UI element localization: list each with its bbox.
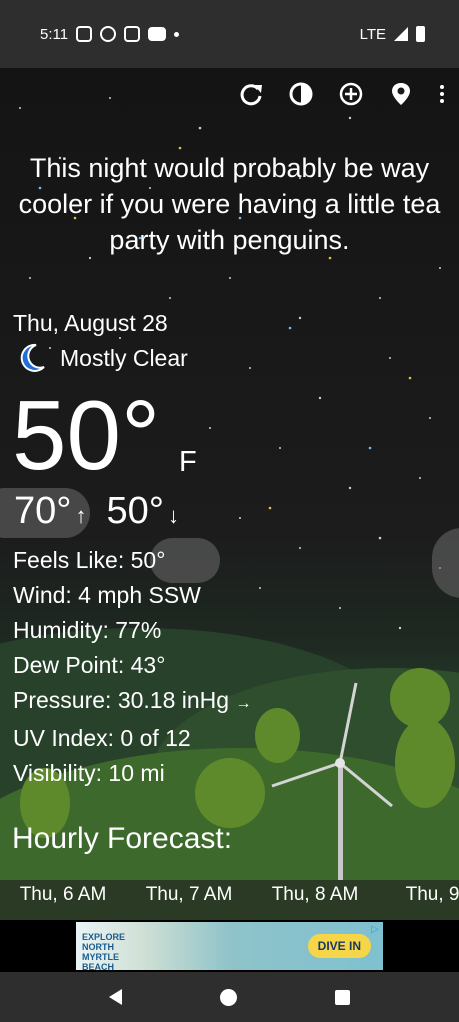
system-nav-bar [0,972,459,1022]
moon-icon [20,343,45,372]
ad-brand: EXPLORE NORTH MYRTLE BEACH [82,932,125,972]
current-date: Thu, August 28 [13,310,168,336]
home-icon[interactable] [220,988,237,1006]
hourly-item[interactable]: Thu, 7 AM [126,880,252,920]
pressure-trend-icon: → [235,695,252,712]
current-temperature: 50° [12,380,161,490]
ad-brand-line: EXPLORE [82,932,126,942]
high-low: 70° ↑ 50° ↓ [14,490,195,533]
hourly-forecast-strip[interactable]: Thu, 6 AM Thu, 7 AM Thu, 8 AM Thu, 9 A [0,880,459,920]
status-left: 5:11 [40,25,180,43]
refresh-icon[interactable] [237,80,265,108]
ad-brand-line: MYRTLE [82,952,119,962]
weather-details: Feels Like: 50° Wind: 4 mph SSW Humidity… [13,543,251,791]
battery-icon [416,26,425,42]
wind-turbine [271,682,393,898]
signal-icon [394,27,408,41]
alarm-icon [100,26,117,42]
hourly-item[interactable]: Thu, 8 AM [252,880,378,920]
tree [395,718,455,808]
feels-like: Feels Like: 50° [13,547,166,573]
ad-bar: EXPLORE NORTH MYRTLE BEACH DIVE IN ▷ [0,920,459,972]
condition-text: Mostly Clear [60,344,188,371]
up-arrow-icon: ↑ [75,503,87,528]
low-temp: 50° [106,490,164,532]
instagram-icon [76,26,93,42]
toolbar [237,80,447,108]
uv-index: UV Index: 0 of 12 [13,725,191,751]
ad-banner[interactable]: EXPLORE NORTH MYRTLE BEACH DIVE IN ▷ [76,922,383,972]
recents-icon[interactable] [335,989,350,1005]
instagram-icon [124,26,141,42]
high-temp: 70° [14,490,72,532]
weather-quote: This night would probably be way cooler … [18,153,441,255]
visibility: Visibility: 10 mi [13,760,165,786]
back-icon[interactable] [109,989,122,1005]
status-right: LTE [360,26,425,43]
hourly-item[interactable]: Thu, 6 AM [0,880,126,920]
ad-brand-line: BEACH [82,962,115,972]
ad-cta-button[interactable]: DIVE IN [307,934,371,958]
pressure: Pressure: 30.18 inHg [13,687,230,713]
pressure-row: Pressure: 30.18 inHg → [13,683,251,721]
wind: Wind: 4 mph SSW [13,582,201,608]
add-location-icon[interactable] [337,80,365,108]
down-arrow-icon: ↓ [167,503,179,528]
dot-icon [174,31,180,37]
more-vert-icon[interactable] [437,80,447,108]
network-label: LTE [359,25,386,43]
hourly-item[interactable]: Thu, 9 A [378,880,459,920]
hourly-forecast-title: Hourly Forecast: [12,822,233,855]
ad-choices-icon[interactable]: ▷ [371,924,379,935]
location-pin-icon[interactable] [387,80,415,108]
theme-icon[interactable] [287,80,315,108]
status-bar: 5:11 LTE [0,0,459,68]
dew-point: Dew Point: 43° [13,652,166,678]
clock: 5:11 [40,25,69,43]
humidity: Humidity: 77% [13,617,162,643]
temperature-unit: F [179,446,197,478]
condition-row: Mostly Clear [18,343,188,373]
youtube-icon [148,27,167,41]
ad-brand-line: NORTH [82,942,114,952]
